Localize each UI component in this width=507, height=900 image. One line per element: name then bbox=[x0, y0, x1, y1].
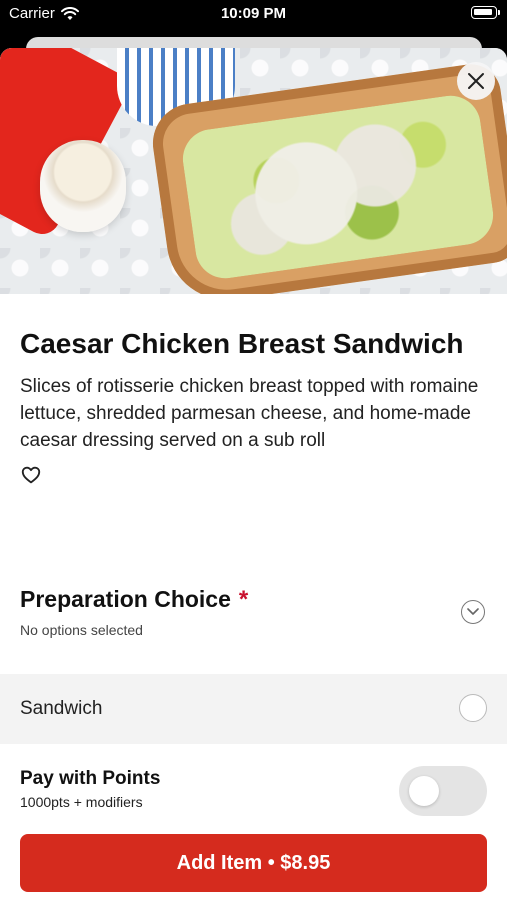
heart-icon[interactable] bbox=[20, 464, 42, 486]
status-right bbox=[471, 6, 500, 19]
status-time: 10:09 PM bbox=[220, 5, 287, 22]
section-title: Preparation Choice * bbox=[20, 586, 248, 614]
dressing-cup bbox=[40, 140, 126, 232]
preparation-section-header[interactable]: Preparation Choice * No options selected bbox=[0, 576, 507, 666]
chevron-down-button[interactable] bbox=[461, 600, 485, 624]
option-radio[interactable] bbox=[459, 694, 487, 722]
item-detail-sheet: Caesar Chicken Breast Sandwich Slices of… bbox=[0, 48, 507, 900]
option-label: Sandwich bbox=[20, 698, 103, 719]
option-sandwich[interactable]: Sandwich bbox=[0, 674, 507, 744]
points-toggle[interactable] bbox=[399, 766, 487, 816]
section-title-text: Preparation Choice bbox=[20, 586, 231, 612]
close-button[interactable] bbox=[457, 62, 495, 100]
add-item-button[interactable]: Add Item • $8.95 bbox=[20, 834, 487, 892]
points-title: Pay with Points bbox=[20, 768, 161, 789]
battery-icon bbox=[471, 6, 500, 19]
close-icon bbox=[468, 73, 484, 89]
section-status: No options selected bbox=[20, 622, 143, 638]
points-subtitle: 1000pts + modifiers bbox=[20, 794, 143, 810]
item-title: Caesar Chicken Breast Sandwich bbox=[20, 328, 464, 359]
pay-with-points: Pay with Points 1000pts + modifiers bbox=[0, 748, 507, 833]
toggle-knob bbox=[409, 776, 439, 806]
item-image bbox=[0, 48, 507, 294]
chevron-down-icon bbox=[467, 608, 479, 615]
required-marker: * bbox=[238, 586, 249, 613]
item-description: Slices of rotisserie chicken breast topp… bbox=[20, 376, 479, 451]
item-details: Caesar Chicken Breast Sandwich Slices of… bbox=[0, 294, 507, 491]
status-bar: Carrier 10:09 PM bbox=[0, 0, 507, 28]
